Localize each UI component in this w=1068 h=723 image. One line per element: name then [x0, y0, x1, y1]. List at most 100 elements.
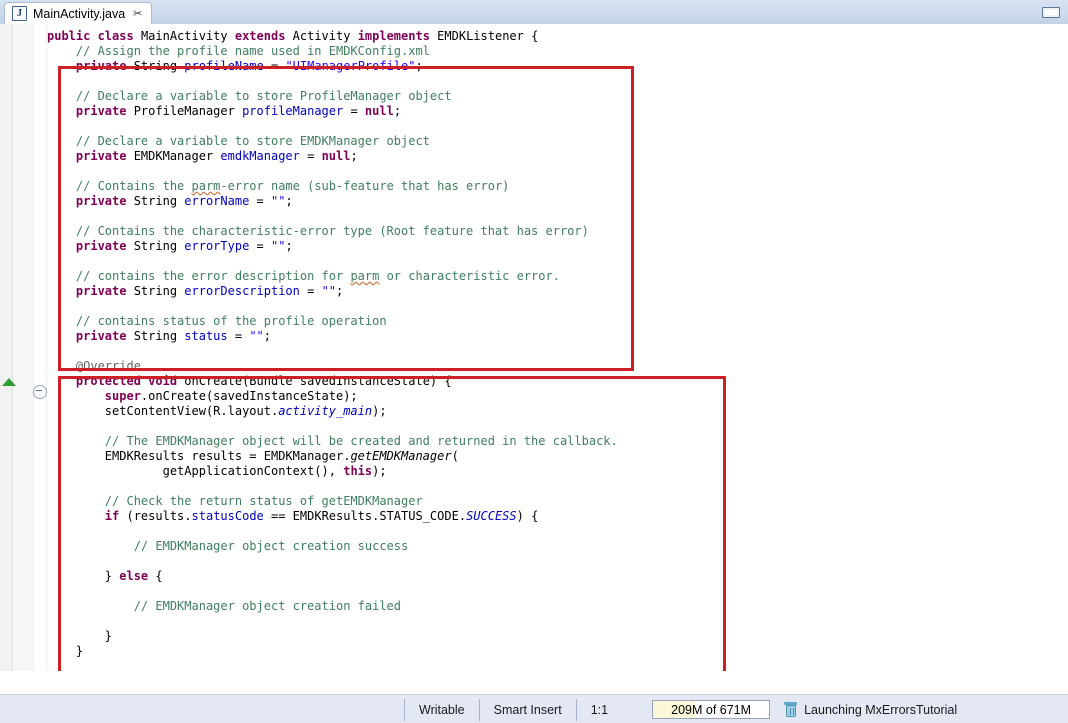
- code-token: parm: [350, 269, 380, 283]
- status-launch-message: Launching MxErrorsTutorial: [804, 702, 958, 717]
- code-token: =: [227, 329, 250, 343]
- code-editor-area[interactable]: public class MainActivity extends Activi…: [0, 24, 1068, 671]
- code-token: parm: [191, 179, 221, 193]
- status-cursor-position: 1:1: [575, 698, 622, 721]
- code-token: // Check the return status of getEMDKMan…: [47, 494, 423, 508]
- code-token: private: [75, 284, 134, 298]
- code-token: EMDKResults results = EMDKManager.: [47, 449, 351, 463]
- code-token: private: [75, 194, 134, 208]
- minimize-button[interactable]: [1042, 7, 1060, 18]
- code-token: implements: [357, 29, 438, 43]
- trash-body: [785, 705, 796, 717]
- code-token: // Declare a variable to store ProfileMa…: [47, 89, 452, 103]
- code-token: =: [249, 194, 271, 208]
- code-token: errorName: [184, 194, 250, 208]
- tab-mainactivity-java[interactable]: J MainActivity.java ✂: [4, 2, 153, 24]
- code-token: MainActivity: [140, 29, 235, 43]
- code-line: if (results.statusCode == EMDKResults.ST…: [47, 509, 618, 524]
- editor-tab-bar: J MainActivity.java ✂: [0, 0, 1068, 25]
- code-token: // EMDKManager object creation failed: [47, 599, 402, 613]
- code-token: "": [249, 329, 264, 343]
- code-line: public class MainActivity extends Activi…: [47, 29, 618, 44]
- code-token: status: [184, 329, 228, 343]
- source-code[interactable]: public class MainActivity extends Activi…: [47, 29, 618, 659]
- code-line: private ProfileManager profileManager = …: [47, 104, 618, 119]
- code-token: private: [75, 104, 134, 118]
- code-token: "": [321, 284, 337, 298]
- code-token: =: [249, 239, 271, 253]
- code-token: super: [104, 389, 141, 403]
- code-token: ;: [350, 149, 358, 163]
- code-token: onCreate(Bundle savedInstanceState) {: [184, 374, 452, 388]
- code-token: =: [343, 104, 365, 118]
- code-token: EMDKManager: [133, 149, 221, 163]
- close-icon[interactable]: ✂: [133, 8, 142, 19]
- code-token: =: [299, 149, 322, 163]
- code-line: // EMDKManager object creation success: [47, 539, 618, 554]
- code-token: // contains status of the profile operat…: [47, 314, 387, 328]
- code-token: profileName: [184, 59, 264, 73]
- code-line: }: [47, 629, 618, 644]
- code-token: private: [75, 239, 134, 253]
- code-token: ;: [263, 329, 272, 343]
- eclipse-editor-window: J MainActivity.java ✂ public class MainA…: [0, 0, 1068, 723]
- code-token: class: [97, 29, 141, 43]
- code-token: // EMDKManager object creation success: [47, 539, 409, 553]
- code-token: // Assign the profile name used in EMDKC…: [47, 44, 430, 58]
- code-token: }: [47, 569, 120, 583]
- code-line: @Override: [47, 359, 618, 374]
- trash-can-icon[interactable]: [784, 702, 798, 717]
- code-token: (results.: [126, 509, 192, 523]
- code-token: == EMDKResults.STATUS_CODE.: [263, 509, 467, 523]
- annotation-gutter[interactable]: [13, 24, 34, 671]
- code-line: private String errorType = "";: [47, 239, 618, 254]
- code-line: // contains status of the profile operat…: [47, 314, 618, 329]
- folding-gutter[interactable]: [34, 24, 47, 671]
- overview-ruler-left[interactable]: [0, 24, 13, 671]
- code-line: // Declare a variable to store ProfileMa…: [47, 89, 618, 104]
- code-token: }: [47, 644, 84, 658]
- status-bar: Writable Smart Insert 1:1 209M of 671M L…: [0, 694, 1068, 723]
- code-line: }: [47, 644, 618, 659]
- code-token: String: [133, 284, 185, 298]
- code-line: protected void onCreate(Bundle savedInst…: [47, 374, 618, 389]
- code-token: (: [451, 449, 459, 463]
- code-token: null: [364, 104, 394, 118]
- code-line: // The EMDKManager object will be create…: [47, 434, 618, 449]
- collapse-fold-icon[interactable]: [33, 385, 47, 399]
- code-token: // Declare a variable to store EMDKManag…: [47, 134, 430, 148]
- code-line: private String errorName = "";: [47, 194, 618, 209]
- code-token: "": [271, 194, 286, 208]
- code-token: -error name (sub-feature that has error): [220, 179, 510, 193]
- code-token: emdkManager: [220, 149, 300, 163]
- memory-gauge[interactable]: 209M of 671M: [652, 700, 771, 719]
- java-file-icon: J: [12, 6, 27, 21]
- code-token: String: [133, 59, 185, 73]
- code-token: ;: [336, 284, 344, 298]
- code-token: );: [372, 464, 387, 478]
- code-token: ;: [415, 59, 423, 73]
- code-token: null: [321, 149, 351, 163]
- code-token: String: [133, 239, 185, 253]
- code-token: );: [372, 404, 387, 418]
- code-token: profileManager: [242, 104, 344, 118]
- code-token: // Contains the characteristic-error typ…: [47, 224, 589, 238]
- code-token: "": [271, 239, 286, 253]
- code-token: activity_main: [278, 404, 373, 418]
- code-token: // Contains the: [47, 179, 192, 193]
- code-token: ;: [285, 239, 293, 253]
- code-line: // Contains the characteristic-error typ…: [47, 224, 618, 239]
